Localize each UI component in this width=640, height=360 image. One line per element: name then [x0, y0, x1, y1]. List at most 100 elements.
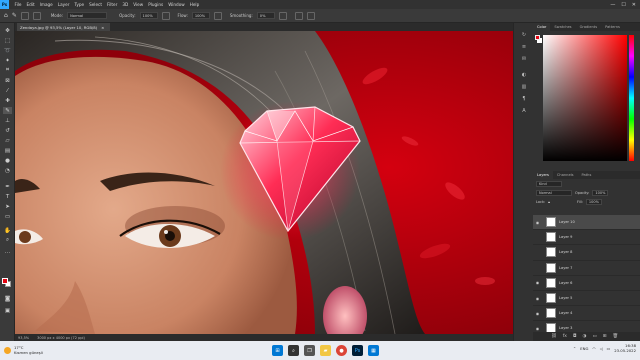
tab-paths[interactable]: Paths — [578, 171, 596, 179]
flow-input[interactable]: 100% — [191, 12, 210, 19]
path-select-tool-icon[interactable]: ➤ — [3, 203, 12, 210]
menu-select[interactable]: Select — [87, 2, 105, 7]
tab-swatches[interactable]: Swatches — [550, 23, 575, 31]
type-tool-icon[interactable]: T — [3, 193, 12, 200]
zoom-level[interactable]: 93,5% — [18, 336, 29, 340]
menu-file[interactable]: File — [12, 2, 24, 7]
lasso-tool-icon[interactable]: ➰ — [3, 47, 12, 54]
layer-row[interactable]: ◉ Layer 5 — [533, 291, 640, 307]
layer-row[interactable]: Layer 8 — [533, 245, 640, 261]
opacity-input[interactable]: 100% — [139, 12, 158, 19]
brush-settings-icon[interactable] — [32, 11, 41, 20]
store-icon[interactable]: ▦ — [368, 345, 379, 356]
close-icon[interactable]: ✕ — [632, 2, 636, 8]
document-tab[interactable]: Zendaya.jpg @ 93,5% (Layer 10, RGB/8) × — [17, 23, 111, 31]
visibility-eye-icon[interactable]: ◉ — [533, 311, 542, 316]
tray-chevron-icon[interactable]: ⌃ — [573, 346, 576, 351]
adjustment-layer-icon[interactable]: ◑ — [583, 334, 587, 339]
foreground-color-chip[interactable] — [535, 35, 540, 40]
layer-row[interactable]: Layer 7 — [533, 261, 640, 276]
color-picker-field[interactable] — [543, 35, 627, 161]
document-canvas[interactable] — [15, 31, 513, 334]
visibility-eye-icon[interactable]: ◉ — [533, 326, 542, 331]
menu-image[interactable]: Image — [37, 2, 55, 7]
delete-layer-icon[interactable]: 🗑︎ — [613, 334, 619, 339]
move-tool-icon[interactable]: ✥ — [3, 27, 12, 34]
tab-color[interactable]: Color — [533, 23, 551, 31]
eraser-tool-icon[interactable]: ▱ — [3, 137, 12, 144]
paragraph-icon[interactable]: ¶ — [520, 95, 528, 102]
visibility-eye-icon[interactable]: ◉ — [533, 220, 542, 225]
kind-filter-select[interactable]: Kind — [536, 180, 562, 187]
pressure-opacity-icon[interactable] — [161, 11, 170, 20]
wifi-icon[interactable]: ◠ — [592, 346, 595, 351]
layer-opacity-input[interactable]: 100% — [592, 189, 609, 196]
menu-3d[interactable]: 3D — [120, 2, 131, 7]
layer-row[interactable]: ◉ Layer 6 — [533, 276, 640, 291]
stamp-tool-icon[interactable]: ⊥ — [3, 117, 12, 124]
clock[interactable]: 16:38 23.05.2022 — [614, 343, 636, 353]
foreground-color-swatch[interactable] — [2, 278, 8, 284]
quick-mask-icon[interactable]: ◙ — [3, 295, 12, 302]
brush-preset-picker[interactable] — [20, 11, 29, 20]
fx-icon[interactable]: fx — [563, 334, 567, 339]
menu-edit[interactable]: Edit — [24, 2, 37, 7]
minimize-icon[interactable]: — — [610, 2, 615, 8]
frame-tool-icon[interactable]: ⊠ — [3, 77, 12, 84]
tab-gradients[interactable]: Gradients — [576, 23, 602, 31]
group-folder-icon[interactable]: ▭ — [592, 334, 596, 339]
hue-slider[interactable] — [629, 35, 634, 161]
history-brush-tool-icon[interactable]: ↺ — [3, 127, 12, 134]
menu-filter[interactable]: Filter — [104, 2, 119, 7]
tab-layers[interactable]: Layers — [533, 171, 553, 179]
crop-tool-icon[interactable]: ⌗ — [3, 67, 12, 74]
gradient-tool-icon[interactable]: ▤ — [3, 147, 12, 154]
new-layer-icon[interactable]: ⊞ — [603, 334, 607, 339]
menu-layer[interactable]: Layer — [55, 2, 72, 7]
fill-input[interactable]: 100% — [585, 198, 602, 205]
screen-mode-icon[interactable]: ▣ — [3, 307, 12, 314]
layer-row[interactable]: Layer 9 — [533, 230, 640, 246]
language-indicator[interactable]: ENG — [580, 346, 588, 351]
volume-icon[interactable]: ◁ — [600, 346, 603, 351]
visibility-eye-icon[interactable]: ◉ — [533, 280, 542, 285]
airbrush-icon[interactable] — [213, 11, 222, 20]
blend-mode-select[interactable]: Normal — [536, 189, 572, 196]
zoom-tool-icon[interactable]: ⌕ — [3, 237, 12, 244]
brush-tool-icon[interactable]: ✎ — [12, 12, 17, 19]
libraries-icon[interactable]: ▥ — [520, 83, 528, 90]
layer-row[interactable]: ◉ Layer 4 — [533, 306, 640, 322]
dodge-tool-icon[interactable]: ◔ — [3, 167, 12, 174]
angle-icon[interactable] — [294, 11, 303, 20]
brush-tool-icon[interactable]: ✎ — [3, 107, 12, 114]
healing-tool-icon[interactable]: ✚ — [3, 97, 12, 104]
quick-select-tool-icon[interactable]: ✦ — [3, 57, 12, 64]
chrome-icon[interactable]: ● — [336, 345, 347, 356]
hand-tool-icon[interactable]: ✋ — [3, 227, 12, 234]
shape-tool-icon[interactable]: ▭ — [3, 213, 12, 220]
blur-tool-icon[interactable]: ● — [3, 157, 12, 164]
character-icon[interactable]: A — [520, 107, 528, 114]
battery-icon[interactable]: ▭ — [607, 346, 611, 351]
maximize-icon[interactable]: ☐ — [621, 2, 625, 8]
close-tab-icon[interactable]: × — [101, 25, 104, 30]
add-mask-icon[interactable]: ◘ — [573, 334, 577, 339]
tab-patterns[interactable]: Patterns — [601, 23, 624, 31]
visibility-eye-icon[interactable]: ◉ — [533, 296, 542, 301]
menu-plugins[interactable]: Plugins — [146, 2, 166, 7]
eyedropper-tool-icon[interactable]: ⁄ — [3, 87, 12, 94]
photoshop-taskbar-icon[interactable]: Ps — [352, 345, 363, 356]
smoothing-options-icon[interactable] — [278, 11, 287, 20]
history-icon[interactable]: ↻ — [520, 31, 528, 38]
menu-view[interactable]: View — [131, 2, 146, 7]
lock-icon[interactable]: 🔒︎ — [548, 200, 550, 204]
windows-start-icon[interactable]: ⊞ — [272, 345, 283, 356]
smoothing-input[interactable]: 0% — [256, 12, 275, 19]
mode-select[interactable]: Normal — [67, 12, 108, 19]
comments-icon[interactable]: ✉ — [520, 55, 528, 62]
menu-type[interactable]: Type — [72, 2, 87, 7]
menu-window[interactable]: Window — [166, 2, 188, 7]
link-layers-icon[interactable]: ⛓ — [551, 334, 557, 339]
layer-row[interactable]: ◉ Layer 10 — [533, 215, 640, 231]
properties-icon[interactable]: ≡ — [520, 43, 528, 50]
